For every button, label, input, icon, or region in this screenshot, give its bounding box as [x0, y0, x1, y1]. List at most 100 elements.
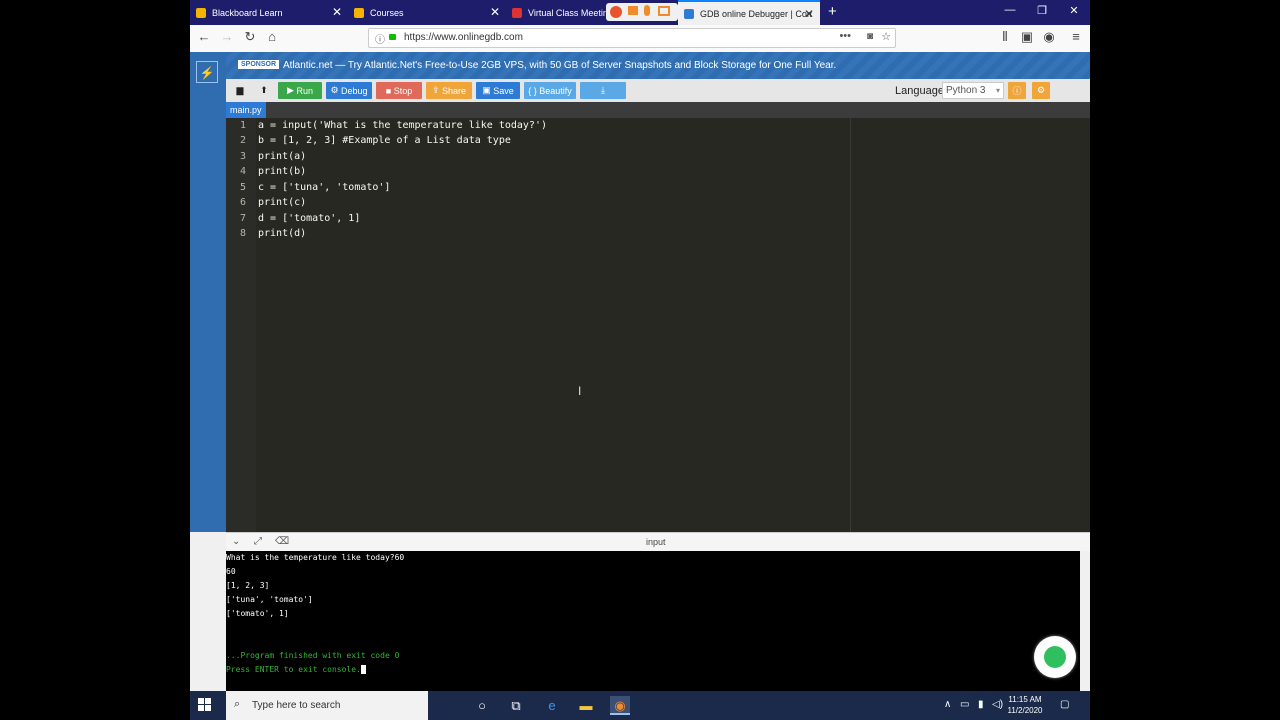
taskbar-search[interactable]: ⌕ Type here to search: [226, 691, 428, 720]
share-button[interactable]: ⇪ Share: [426, 82, 472, 99]
ide-toolbar: ▆ ⬆ ▶ Run ⚙ Debug ■ Stop ⇪ Share ▣ Save …: [226, 79, 1090, 102]
network-icon[interactable]: ▭: [960, 699, 969, 710]
chat-button[interactable]: [1034, 636, 1076, 678]
edge-icon[interactable]: e: [542, 696, 562, 715]
expand-icon[interactable]: ⤢: [254, 536, 262, 547]
share-icon: ⇪: [431, 85, 442, 95]
line-number: 8: [239, 228, 246, 239]
account-icon[interactable]: ◉: [1040, 29, 1058, 45]
clock-time: 11:15 AM: [1008, 695, 1042, 704]
console-line: What is the temperature like today?60: [226, 553, 405, 562]
clock-date: 11/2/2020: [1007, 706, 1043, 715]
debug-button[interactable]: ⚙ Debug: [326, 82, 372, 99]
screen: Blackboard Learn ✕ Courses ✕ Virtual Cla…: [190, 0, 1090, 720]
console-line: 60: [226, 567, 236, 576]
line-number: 1: [239, 120, 246, 131]
window-close-icon[interactable]: ✕: [1064, 4, 1084, 17]
close-icon[interactable]: ✕: [490, 5, 500, 19]
cortana-icon[interactable]: ○: [472, 696, 492, 715]
file-explorer-icon[interactable]: ▬: [576, 696, 596, 715]
sidebar-toggle-icon[interactable]: ▣: [1018, 29, 1036, 45]
run-button[interactable]: ▶ Run: [278, 82, 322, 99]
reload-icon[interactable]: ↻: [241, 29, 259, 45]
blackboard-icon: [354, 7, 364, 18]
sponsor-banner[interactable]: SPONSOR Atlantic.net — Try Atlantic.Net'…: [190, 52, 1090, 79]
console-scrollbar[interactable]: [1080, 551, 1090, 691]
windows-start-icon[interactable]: [198, 698, 212, 712]
line-number: 4: [239, 166, 246, 177]
forward-icon[interactable]: →: [218, 29, 236, 44]
line-number: 7: [239, 213, 246, 224]
url-text[interactable]: https://www.onlinegdb.com: [404, 32, 523, 43]
library-icon[interactable]: ⫴: [996, 29, 1014, 45]
code-line[interactable]: a = input('What is the temperature like …: [258, 120, 547, 131]
language-select[interactable]: Python 3 ▾: [942, 82, 1004, 99]
code-line[interactable]: print(d): [258, 228, 306, 239]
tab-label: Blackboard Learn: [212, 7, 283, 18]
beautify-button[interactable]: { } Beautify: [524, 82, 576, 99]
browser-tab-gdb[interactable]: GDB online Debugger | Compi ✕: [678, 0, 820, 25]
clear-console-icon[interactable]: ⌫: [275, 536, 289, 547]
tab-label: Courses: [370, 7, 404, 18]
windows-taskbar: ⌕ Type here to search ○ ⧉ e ▬ ◉ ∧ ▭ ▮ ◁)…: [190, 691, 1090, 720]
console-prompt: Press ENTER to exit console.: [226, 665, 366, 674]
notifications-icon[interactable]: ▢: [1060, 699, 1069, 710]
close-icon[interactable]: ✕: [804, 7, 814, 21]
info-button[interactable]: ⓘ: [1008, 82, 1026, 99]
stop-icon: ■: [385, 85, 394, 96]
browser-tab-blackboard[interactable]: Blackboard Learn ✕: [190, 0, 348, 25]
lightning-icon[interactable]: ⚡: [196, 61, 218, 83]
lock-icon: [389, 34, 396, 40]
save-button[interactable]: ▣ Save: [476, 82, 520, 99]
file-tab-main[interactable]: main.py: [226, 102, 266, 118]
info-icon[interactable]: ⓘ: [375, 31, 385, 46]
menu-icon[interactable]: ≡: [1067, 29, 1085, 44]
collapse-chevron-icon[interactable]: ⌄: [232, 536, 240, 547]
microphone-tray-icon[interactable]: ▮: [978, 699, 984, 710]
navigation-bar: ← → ↻ ⌂ ⓘ https://www.onlinegdb.com ••• …: [190, 25, 1090, 53]
console-header: ⌄ ⤢ ⌫ input: [226, 532, 1090, 552]
tray-chevron-up-icon[interactable]: ∧: [944, 699, 951, 710]
upload-icon[interactable]: ⬆: [256, 82, 272, 99]
code-line[interactable]: b = [1, 2, 3] #Example of a List data ty…: [258, 135, 511, 146]
back-icon[interactable]: ←: [195, 29, 213, 44]
pocket-icon[interactable]: ◙: [867, 31, 873, 42]
console-line: [1, 2, 3]: [226, 581, 270, 590]
firefox-icon[interactable]: ◉: [610, 696, 630, 715]
console-mode-label: input: [646, 537, 666, 547]
stop-button[interactable]: ■ Stop: [376, 82, 422, 99]
close-icon[interactable]: ✕: [332, 5, 342, 19]
code-line[interactable]: d = ['tomato', 1]: [258, 213, 360, 224]
sharing-indicator[interactable]: [606, 3, 678, 21]
new-tab-icon[interactable]: +: [828, 3, 837, 20]
line-number: 2: [239, 135, 246, 146]
bookmark-star-icon[interactable]: ☆: [881, 30, 891, 43]
clock[interactable]: 11:15 AM 11/2/2020: [1002, 694, 1048, 716]
browser-tab-courses[interactable]: Courses ✕: [348, 0, 506, 25]
restore-icon[interactable]: ❐: [1032, 4, 1052, 17]
microphone-icon: [644, 5, 650, 16]
console-line: ['tuna', 'tomato']: [226, 595, 313, 604]
console-output[interactable]: What is the temperature like today?60 60…: [226, 551, 1080, 691]
firefox-icon: [610, 6, 622, 18]
code-line[interactable]: c = ['tuna', 'tomato']: [258, 182, 390, 193]
minimize-icon[interactable]: —: [1000, 4, 1020, 16]
code-line[interactable]: print(c): [258, 197, 306, 208]
sponsor-text[interactable]: Atlantic.net — Try Atlantic.Net's Free-t…: [283, 60, 836, 71]
task-view-icon[interactable]: ⧉: [506, 696, 526, 715]
page-actions-icon[interactable]: •••: [839, 30, 851, 42]
download-button[interactable]: ⤓: [580, 82, 626, 99]
browser-tab-virtual-class[interactable]: Virtual Class Meeting: [506, 0, 610, 25]
settings-button[interactable]: ⚙: [1032, 82, 1050, 99]
language-label: Language: [895, 85, 944, 97]
search-icon: ⌕: [234, 698, 241, 710]
download-icon: ⤓: [601, 85, 605, 95]
home-icon[interactable]: ⌂: [263, 29, 281, 44]
address-bar[interactable]: ⓘ https://www.onlinegdb.com ••• ◙ ☆: [368, 28, 896, 48]
code-line[interactable]: print(a): [258, 151, 306, 162]
new-file-icon[interactable]: ▆: [232, 82, 248, 99]
code-editor[interactable]: 1 a = input('What is the temperature lik…: [226, 118, 1090, 532]
line-number: 6: [239, 197, 246, 208]
gear-icon: ⚙: [1036, 85, 1046, 95]
code-line[interactable]: print(b): [258, 166, 306, 177]
